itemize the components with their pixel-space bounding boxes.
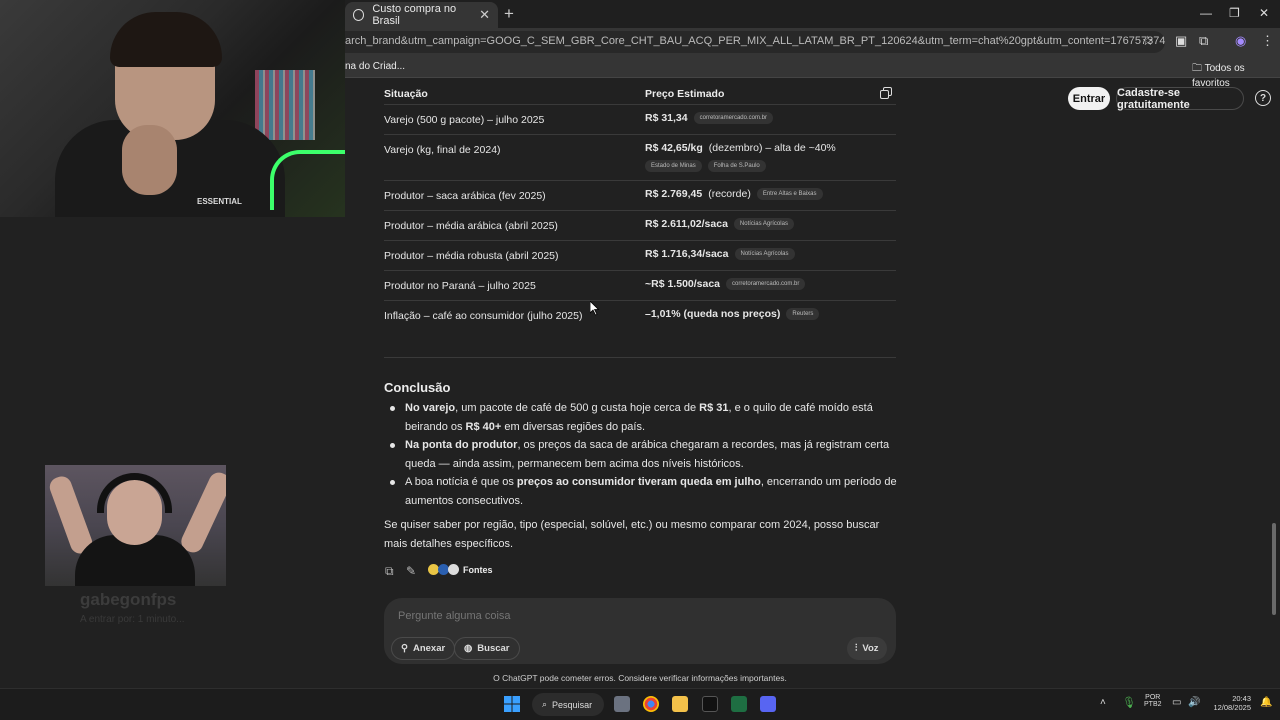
- shirt-text: ESSENTIAL: [197, 197, 242, 206]
- mouse-cursor-icon: [590, 301, 600, 316]
- table-cell: Produtor – saca arábica (fev 2025): [384, 190, 546, 202]
- signup-button[interactable]: Cadastre-se gratuitamente: [1116, 87, 1244, 111]
- taskbar: [0, 688, 1280, 720]
- table-cell: Inflação – café ao consumidor (julho 202…: [384, 310, 583, 322]
- paperclip-icon: ⚲: [401, 643, 408, 654]
- disclaimer: O ChatGPT pode cometer erros. Considere …: [493, 673, 787, 683]
- input-language[interactable]: POR PTB2: [1144, 694, 1162, 708]
- scrollbar[interactable]: [1272, 523, 1276, 615]
- windows-start-icon[interactable]: [504, 696, 520, 712]
- tab-title: Custo compra no Brasil: [372, 3, 457, 27]
- table-cell: R$ 42,65/kg (dezembro) – alta de ~40% Esta…: [645, 142, 895, 172]
- table-cell: Produtor no Paraná – julho 2025: [384, 280, 536, 292]
- source-chip[interactable]: Folha de S.Paulo: [707, 160, 766, 172]
- table-cell: Varejo (kg, final de 2024): [384, 144, 501, 156]
- source-chip[interactable]: Estado de Minas: [645, 160, 702, 172]
- excel-icon[interactable]: [731, 696, 747, 712]
- notification-icon[interactable]: 🔔: [1260, 697, 1272, 708]
- list-item: Na ponta do produtor, os preços da saca …: [405, 439, 890, 470]
- close-window-icon[interactable]: ✕: [1259, 6, 1269, 20]
- bookmark-item[interactable]: na do Criad...: [345, 61, 405, 72]
- sources-button[interactable]: Fontes: [428, 564, 493, 575]
- new-tab-icon[interactable]: +: [504, 4, 514, 24]
- globe-icon: ◍: [464, 643, 473, 654]
- menu-icon[interactable]: ⋮: [1261, 33, 1274, 49]
- all-bookmarks[interactable]: 🗀 Todos os favoritos: [1192, 61, 1280, 89]
- profile-icon[interactable]: ◉: [1235, 33, 1246, 49]
- copy-table-icon[interactable]: [880, 87, 892, 99]
- volume-icon[interactable]: 🔊: [1188, 697, 1200, 708]
- discord-icon[interactable]: [760, 696, 776, 712]
- source-chip[interactable]: corretoramercado.com.br: [693, 112, 773, 124]
- closing-paragraph: Se quiser saber por região, tipo (especi…: [384, 519, 880, 550]
- taskbar-search[interactable]: ⌕ Pesquisar: [532, 693, 604, 716]
- search-icon: ⌕: [542, 699, 548, 709]
- copy-icon[interactable]: ⧉: [385, 564, 394, 579]
- bookmark-star-icon[interactable]: ☆: [1142, 33, 1154, 49]
- source-chip[interactable]: Notícias Agrícolas: [734, 248, 795, 260]
- address-bar[interactable]: arch_brand&utm_campaign=GOOG_C_SEM_GBR_C…: [345, 31, 1165, 53]
- source-chip[interactable]: Notícias Agrícolas: [733, 218, 794, 230]
- chevron-up-icon[interactable]: ˄: [1100, 697, 1106, 708]
- table-header-preco: Preço Estimado: [645, 88, 725, 100]
- file-explorer-icon[interactable]: [672, 696, 688, 712]
- folder-icon: 🗀: [1192, 63, 1205, 74]
- voice-button[interactable]: ⫶ Voz: [847, 637, 887, 660]
- table-cell: R$ 2.769,45 (recorde) Entre Altas e Baixas: [645, 188, 895, 200]
- conclusion-heading: Conclusão: [384, 380, 451, 395]
- table-cell: ~R$ 1.500/saca corretoramercado.com.br: [645, 278, 895, 290]
- clock[interactable]: 20:43 12/08/2025: [1205, 694, 1251, 712]
- close-tab-icon[interactable]: ✕: [479, 7, 490, 23]
- edit-icon[interactable]: ✎: [406, 564, 416, 578]
- puzzle-icon[interactable]: ⧉: [1199, 33, 1208, 49]
- table-cell: Produtor – média robusta (abril 2025): [384, 250, 559, 262]
- login-button[interactable]: Entrar: [1068, 87, 1110, 110]
- source-chip[interactable]: corretoramercado.com.br: [726, 278, 806, 290]
- chatgpt-favicon-icon: [353, 9, 365, 21]
- task-view-icon[interactable]: [614, 696, 630, 712]
- prompt-input[interactable]: [398, 610, 838, 622]
- table-cell: R$ 31,34 corretoramercado.com.br: [645, 112, 895, 124]
- chrome-icon[interactable]: [643, 696, 659, 712]
- table-cell: R$ 1.716,34/saca Notícias Agrícolas: [645, 248, 895, 260]
- streamer-sub: A entrar por: 1 minuto...: [80, 614, 185, 625]
- network-icon[interactable]: ▭: [1172, 697, 1181, 708]
- table-cell: R$ 2.611,02/saca Notícias Agrícolas: [645, 218, 895, 230]
- list-item: A boa notícia é que os preços ao consumi…: [405, 476, 897, 507]
- search-button[interactable]: ◍ Buscar: [454, 637, 520, 660]
- waveform-icon: ⫶: [855, 643, 858, 654]
- browser-tab[interactable]: Custo compra no Brasil ✕: [345, 2, 498, 28]
- webcam-overlay-secondary: [45, 465, 226, 586]
- table-cell: Varejo (500 g pacote) – julho 2025: [384, 114, 545, 126]
- extension-icon[interactable]: ▣: [1175, 33, 1187, 49]
- restore-icon[interactable]: ❐: [1229, 6, 1240, 20]
- tiktok-icon[interactable]: [702, 696, 718, 712]
- webcam-overlay-main: ESSENTIAL: [0, 0, 345, 217]
- table-cell: –1,01% (queda nos preços) Reuters: [645, 308, 895, 320]
- streamer-label: gabegonfps: [80, 590, 177, 609]
- attach-button[interactable]: ⚲ Anexar: [391, 637, 456, 660]
- bookmarks-bar: [345, 56, 1280, 78]
- minimize-icon[interactable]: —: [1200, 6, 1212, 20]
- source-chip[interactable]: Reuters: [786, 308, 820, 320]
- source-chip[interactable]: Entre Altas e Baixas: [756, 188, 823, 200]
- table-header-situacao: Situação: [384, 88, 428, 100]
- table-cell: Produtor – média arábica (abril 2025): [384, 220, 558, 232]
- list-item: No varejo, um pacote de café de 500 g cu…: [405, 402, 873, 433]
- source-favicon-icon: [448, 564, 459, 575]
- help-icon[interactable]: ?: [1255, 90, 1271, 106]
- microphone-icon[interactable]: 🎙: [1122, 696, 1136, 709]
